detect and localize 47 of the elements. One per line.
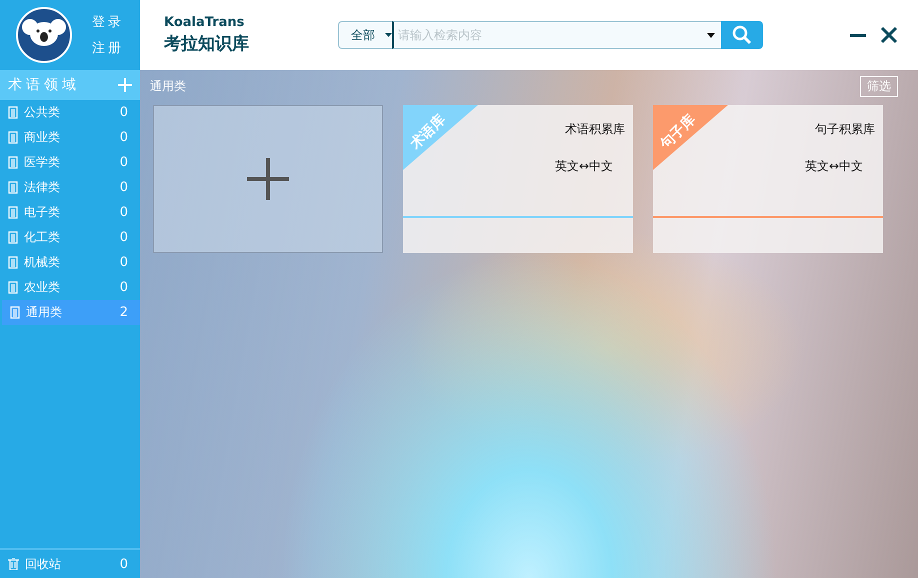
sidebar-item[interactable]: 商业类 0 <box>0 125 140 150</box>
document-icon <box>8 206 18 219</box>
ribbon-label: 句子库 <box>656 110 700 154</box>
register-link[interactable]: 注册 <box>92 39 124 57</box>
card-languages: 英文↔中文 <box>804 158 863 175</box>
sidebar-item[interactable]: 农业类 0 <box>0 275 140 300</box>
card-title: 句子积累库 <box>815 121 875 138</box>
koala-logo <box>16 7 72 63</box>
sidebar-item[interactable]: 化工类 0 <box>0 225 140 250</box>
login-link[interactable]: 登录 <box>92 13 124 31</box>
filter-button[interactable]: 筛选 <box>860 76 898 96</box>
history-dropdown-button[interactable] <box>701 21 721 49</box>
sidebar-item[interactable]: 医学类 0 <box>0 150 140 175</box>
library-card[interactable]: 句子积累库 英文↔中文 句子库 <box>653 105 883 253</box>
library-card[interactable]: 术语积累库 英文↔中文 术语库 <box>403 105 633 253</box>
close-icon <box>880 26 898 44</box>
card-title: 术语积累库 <box>565 121 625 138</box>
document-icon <box>8 181 18 194</box>
document-icon <box>10 306 20 319</box>
document-icon <box>8 131 18 144</box>
document-icon <box>8 231 18 244</box>
caret-icon <box>707 32 715 38</box>
sidebar-item[interactable]: 电子类 0 <box>0 200 140 225</box>
caret-icon <box>385 33 392 37</box>
document-icon <box>8 106 18 119</box>
ribbon-label: 术语库 <box>406 110 450 154</box>
document-icon <box>8 281 18 294</box>
sidebar-item[interactable]: 法律类 0 <box>0 175 140 200</box>
minimize-button[interactable] <box>850 34 866 36</box>
sidebar-item[interactable]: 通用类 2 <box>2 300 140 325</box>
document-icon <box>8 156 18 169</box>
document-icon <box>8 256 18 269</box>
search-field[interactable]: 请输入检索内容 <box>392 21 701 49</box>
trash-icon <box>8 558 19 570</box>
search-icon <box>732 25 752 45</box>
category-label: 通用类 <box>150 78 186 94</box>
sidebar-item[interactable]: 机械类 0 <box>0 250 140 275</box>
close-button[interactable] <box>880 26 898 44</box>
card-languages: 英文↔中文 <box>554 158 613 175</box>
app-title: 考拉知识库 <box>164 33 250 55</box>
scope-dropdown[interactable]: 全部 <box>338 21 392 49</box>
sidebar-item[interactable]: 公共类 0 <box>0 100 140 125</box>
minimize-icon <box>850 34 866 36</box>
plus-icon <box>118 78 132 92</box>
plus-icon <box>247 158 289 200</box>
brand-name: KoalaTrans <box>164 15 246 30</box>
sidebar-heading: 术语领域 <box>8 76 80 94</box>
